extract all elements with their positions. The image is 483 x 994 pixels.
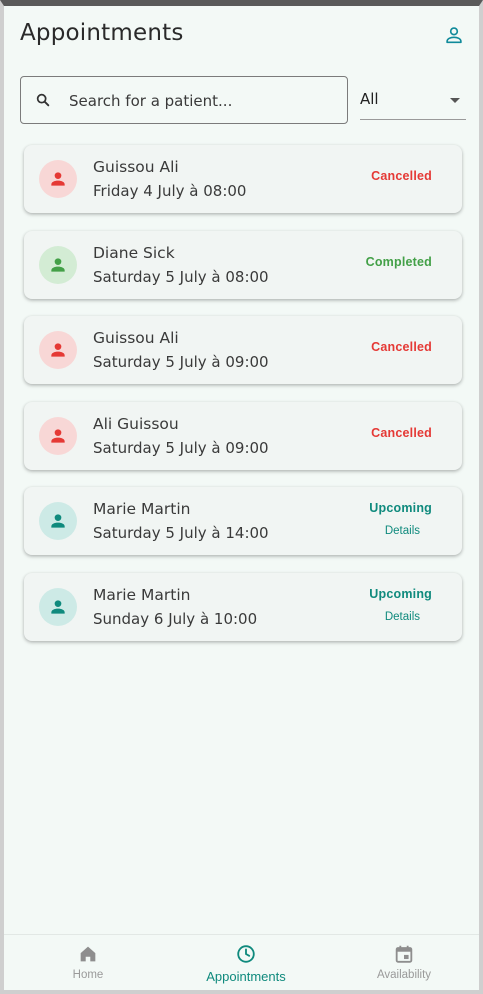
nav-label-appointments: Appointments bbox=[206, 969, 286, 984]
clock-icon bbox=[237, 945, 255, 963]
patient-name: Marie Martin bbox=[93, 500, 191, 518]
person-icon bbox=[51, 343, 65, 357]
avatar bbox=[39, 160, 77, 198]
app-screen: Appointments All Guissou Ali Friday 4 Jul… bbox=[0, 0, 483, 994]
nav-item-availability[interactable]: Availability bbox=[334, 935, 474, 991]
nav-item-appointments[interactable]: Appointments bbox=[176, 935, 316, 991]
search-box[interactable] bbox=[20, 76, 348, 124]
nav-item-home[interactable]: Home bbox=[18, 935, 158, 991]
appointment-date: Sunday 6 July à 10:00 bbox=[93, 609, 258, 628]
search-input[interactable] bbox=[69, 87, 339, 115]
app-header: Appointments bbox=[20, 20, 465, 60]
status-badge: Upcoming bbox=[369, 501, 432, 515]
person-icon bbox=[51, 599, 65, 614]
filter-selected-value: All bbox=[360, 90, 379, 108]
appointment-date: Friday 4 July à 08:00 bbox=[93, 182, 247, 200]
page-title: Appointments bbox=[20, 20, 184, 46]
person-icon bbox=[51, 257, 65, 272]
appointment-date: Saturday 5 July à 09:00 bbox=[93, 353, 269, 371]
avatar bbox=[39, 331, 77, 369]
avatar bbox=[39, 502, 77, 540]
search-filter-row: All bbox=[20, 76, 466, 126]
patient-name: Diane Sick bbox=[93, 243, 175, 262]
status-badge: Cancelled bbox=[371, 169, 432, 183]
patient-name: Guissou Ali bbox=[93, 329, 179, 347]
appointment-card[interactable]: Ali Guissou Saturday 5 July à 09:00 Cancel… bbox=[24, 401, 462, 470]
appointment-date: Saturday 5 July à 14:00 bbox=[93, 524, 269, 542]
appointment-card[interactable]: Diane Sick Saturday 5 July à 08:00 Complet… bbox=[24, 230, 462, 299]
avatar bbox=[39, 587, 77, 626]
appointment-card[interactable]: Guissou Ali Friday 4 July à 08:00 Cancelle… bbox=[24, 145, 462, 213]
status-badge: Cancelled bbox=[371, 340, 432, 354]
calendar-icon bbox=[395, 945, 413, 963]
details-button[interactable]: Details bbox=[385, 525, 420, 537]
patient-name: Guissou Ali bbox=[93, 158, 179, 176]
appointment-card[interactable]: Guissou Ali Saturday 5 July à 09:00 Cancel… bbox=[24, 316, 462, 384]
appointment-card[interactable]: Marie Martin Sunday 6 July à 10:00 Upcomin… bbox=[24, 572, 462, 641]
nav-label-home: Home bbox=[72, 969, 104, 981]
status-badge: Cancelled bbox=[371, 425, 432, 440]
nav-label-availability: Availability bbox=[376, 969, 432, 981]
person-icon bbox=[51, 428, 65, 443]
person-icon bbox=[51, 514, 65, 528]
avatar bbox=[39, 416, 77, 455]
person-icon bbox=[51, 172, 65, 186]
search-icon bbox=[36, 93, 50, 107]
profile-button[interactable] bbox=[443, 24, 465, 46]
patient-name: Marie Martin bbox=[93, 585, 191, 604]
appointment-date: Saturday 5 July à 09:00 bbox=[93, 438, 269, 457]
status-badge: Completed bbox=[365, 254, 432, 269]
person-outline-icon bbox=[446, 27, 462, 44]
home-icon bbox=[80, 946, 96, 962]
appointment-card[interactable]: Marie Martin Saturday 5 July à 14:00 Upcom… bbox=[24, 487, 462, 555]
appointments-list: Guissou Ali Friday 4 July à 08:00 Cancelle… bbox=[24, 145, 464, 658]
bottom-navigation: Home Appointments Availability bbox=[4, 934, 479, 990]
caret-down-icon bbox=[450, 98, 460, 103]
details-button[interactable]: Details bbox=[385, 611, 420, 623]
status-badge: Upcoming bbox=[369, 586, 432, 601]
appointment-date: Saturday 5 July à 08:00 bbox=[93, 267, 269, 286]
patient-name: Ali Guissou bbox=[93, 414, 179, 433]
status-filter-select[interactable]: All bbox=[360, 82, 466, 120]
avatar bbox=[39, 245, 77, 284]
